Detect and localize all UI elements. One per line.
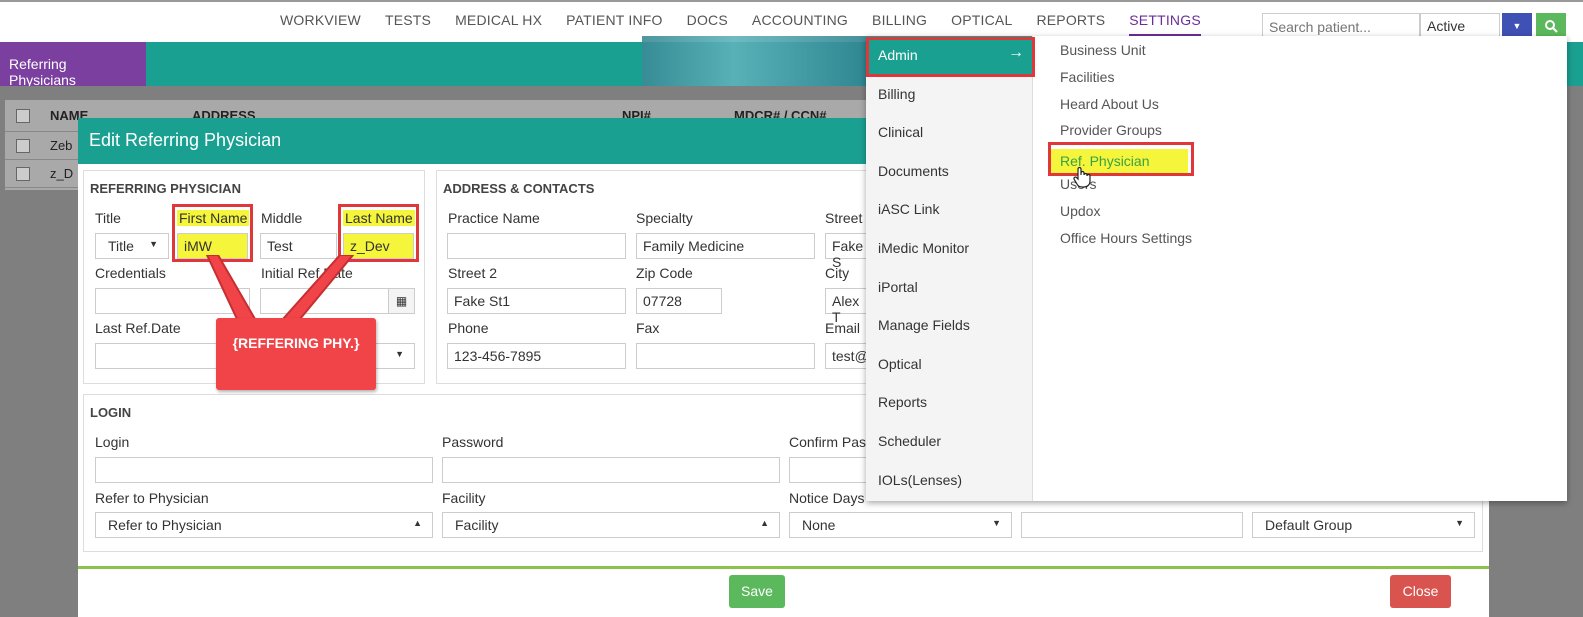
menu-item-scheduler[interactable]: Scheduler: [866, 422, 1032, 461]
notice-days-select[interactable]: None ▼: [789, 512, 1012, 538]
menu-item-iasc-link[interactable]: iASC Link: [866, 190, 1032, 229]
group-value: Default Group: [1265, 517, 1353, 533]
specialty-label: Specialty: [636, 210, 693, 226]
menu-item-clinical[interactable]: Clinical: [866, 113, 1032, 152]
refer-to-physician-label: Refer to Physician: [95, 490, 209, 506]
nav-reports[interactable]: REPORTS: [1036, 12, 1105, 36]
annotation-callout: {REFFERING PHY.}: [216, 318, 376, 390]
credentials-label: Credentials: [95, 265, 166, 281]
row-name: Zeb: [50, 138, 73, 153]
submenu-updox[interactable]: Updox: [1060, 203, 1192, 230]
login-field[interactable]: [95, 457, 433, 483]
submenu-office-hours-settings[interactable]: Office Hours Settings: [1060, 230, 1192, 257]
menu-item-billing[interactable]: Billing: [866, 75, 1032, 114]
submenu-heard-about-us[interactable]: Heard About Us: [1060, 96, 1192, 123]
street-2-label: Street 2: [448, 265, 498, 281]
practice-name-label: Practice Name: [448, 210, 540, 226]
panel-title: REFERRING PHYSICIAN: [90, 181, 241, 196]
extra-field[interactable]: [1021, 512, 1243, 538]
menu-item-manage-fields[interactable]: Manage Fields: [866, 306, 1032, 345]
refer-to-physician-value: Refer to Physician: [108, 517, 222, 533]
email-label: Email: [825, 320, 861, 336]
fax-field[interactable]: [636, 343, 815, 369]
zip-code-field[interactable]: 07728: [636, 288, 722, 314]
first-name-highlight: [172, 204, 253, 262]
password-label: Password: [442, 434, 504, 450]
nav-items: WORKVIEW TESTS MEDICAL HX PATIENT INFO D…: [268, 12, 1213, 36]
facility-value: Facility: [455, 517, 499, 533]
nav-docs[interactable]: DOCS: [687, 12, 728, 36]
nav-tests[interactable]: TESTS: [385, 12, 431, 36]
blurred-region: [642, 36, 872, 90]
nav-accounting[interactable]: ACCOUNTING: [752, 12, 848, 36]
nav-patient-info[interactable]: PATIENT INFO: [566, 12, 663, 36]
caret-up-icon: ▲: [760, 518, 769, 528]
panel-title: LOGIN: [90, 405, 132, 420]
nav-optical[interactable]: OPTICAL: [951, 12, 1012, 36]
caret-down-icon: ▼: [992, 518, 1001, 528]
submenu-business-unit[interactable]: Business Unit: [1060, 42, 1192, 69]
phone-field[interactable]: 123-456-7895: [447, 343, 626, 369]
calendar-icon[interactable]: ▦: [388, 289, 414, 313]
submenu-facilities[interactable]: Facilities: [1060, 69, 1192, 96]
menu-item-iportal[interactable]: iPortal: [866, 268, 1032, 307]
address-contacts-panel: ADDRESS & CONTACTS Practice Name Special…: [436, 170, 876, 384]
password-field[interactable]: [442, 457, 780, 483]
caret-down-icon: ▼: [395, 349, 404, 359]
refer-to-physician-select[interactable]: Refer to Physician ▲: [95, 512, 433, 538]
ref-physician-highlight: [1048, 142, 1194, 176]
title-select-value: Title: [108, 238, 134, 254]
caret-down-icon: ▼: [149, 239, 158, 249]
last-name-highlight: [338, 204, 419, 262]
facility-select[interactable]: Facility ▲: [442, 512, 780, 538]
last-ref-date-label: Last Ref.Date: [95, 320, 181, 336]
title-select[interactable]: Title ▼: [95, 233, 169, 259]
notice-days-value: None: [802, 517, 836, 533]
select-all-checkbox[interactable]: [16, 108, 30, 123]
confirm-password-label: Confirm Pass: [789, 434, 874, 450]
admin-highlight: [866, 37, 1035, 77]
login-label: Login: [95, 434, 130, 450]
menu-item-optical[interactable]: Optical: [866, 345, 1032, 384]
row-checkbox[interactable]: [16, 166, 30, 181]
title-label: Title: [95, 210, 121, 226]
zip-code-label: Zip Code: [636, 265, 693, 281]
city-label: City: [825, 265, 850, 281]
settings-menu: Admin → Billing Clinical Documents iASC L…: [866, 36, 1567, 501]
confirm-password-field[interactable]: [789, 457, 869, 483]
menu-item-documents[interactable]: Documents: [866, 152, 1032, 191]
menu-item-reports[interactable]: Reports: [866, 383, 1032, 422]
menu-item-iols-lenses[interactable]: IOLs(Lenses): [866, 461, 1032, 500]
practice-name-field[interactable]: [447, 233, 626, 259]
hand-cursor-icon: [1073, 166, 1091, 188]
specialty-field[interactable]: Family Medicine: [636, 233, 815, 259]
save-button[interactable]: Save: [729, 575, 785, 608]
tab-referring-physicians[interactable]: Referring Physicians: [0, 42, 146, 88]
settings-menu-categories: Admin → Billing Clinical Documents iASC L…: [866, 36, 1033, 501]
row-name: z_D: [50, 166, 74, 181]
street-2-field[interactable]: Fake St1: [447, 288, 626, 314]
menu-item-imedic-monitor[interactable]: iMedic Monitor: [866, 229, 1032, 268]
notice-days-label: Notice Days: [789, 490, 865, 506]
fax-label: Fax: [636, 320, 660, 336]
middle-label: Middle: [261, 210, 303, 226]
nav-workview[interactable]: WORKVIEW: [280, 12, 361, 36]
nav-billing[interactable]: BILLING: [872, 12, 927, 36]
row-checkbox[interactable]: [16, 138, 30, 153]
footer-divider: [78, 566, 1489, 569]
caret-up-icon: ▲: [413, 518, 422, 528]
nav-settings[interactable]: SETTINGS: [1129, 12, 1201, 36]
facility-label: Facility: [442, 490, 486, 506]
nav-medical-hx[interactable]: MEDICAL HX: [455, 12, 542, 36]
panel-title: ADDRESS & CONTACTS: [443, 181, 595, 196]
close-button[interactable]: Close: [1390, 575, 1451, 608]
caret-down-icon: ▼: [1455, 518, 1464, 528]
phone-label: Phone: [448, 320, 489, 336]
group-select[interactable]: Default Group ▼: [1252, 512, 1475, 538]
